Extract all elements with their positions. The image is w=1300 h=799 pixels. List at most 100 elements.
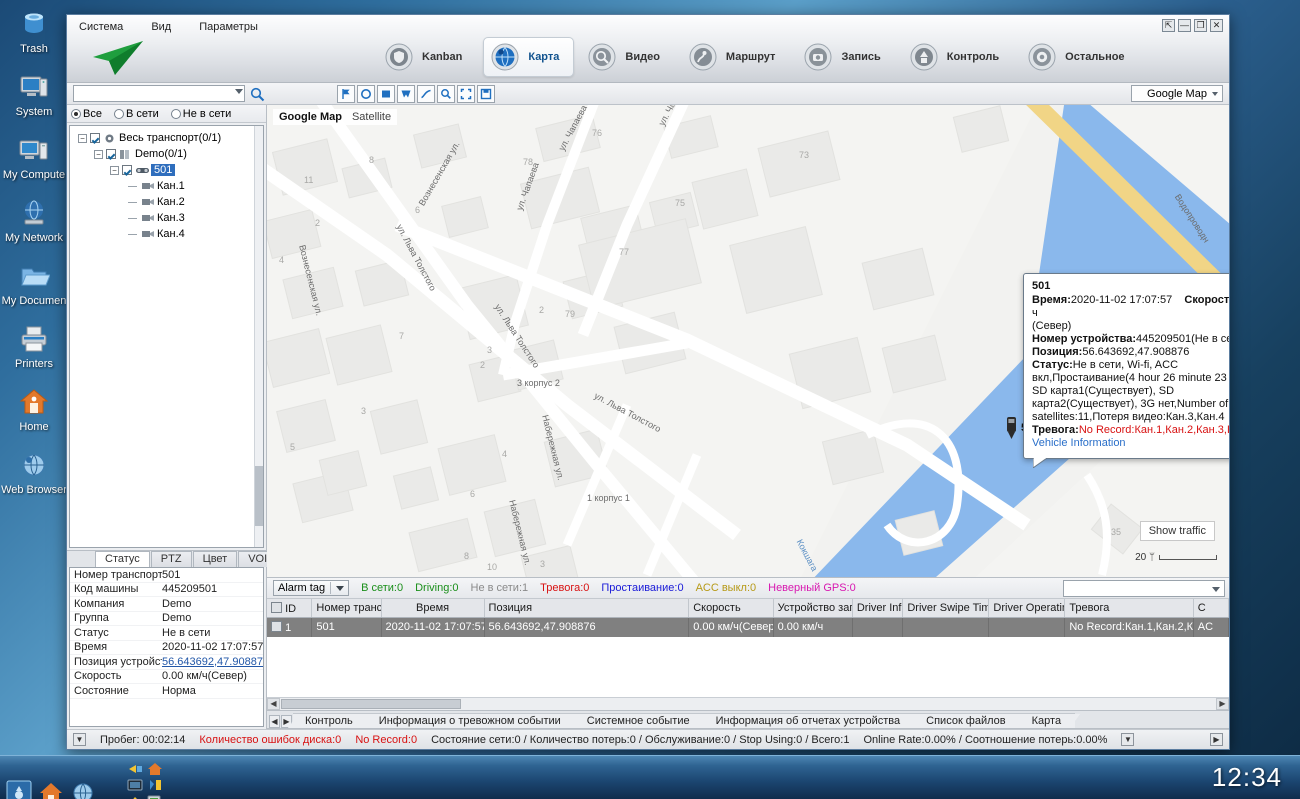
menu-item-parameters[interactable]: Параметры [193, 19, 264, 35]
polyline-icon[interactable] [417, 85, 435, 103]
desktop-icon-my-computer[interactable]: My Compute [0, 134, 68, 181]
grid-col-id[interactable]: ID [267, 599, 312, 617]
tab-scroll-prev[interactable]: ◀ [269, 715, 280, 728]
scroll-left-arrow[interactable]: ◀ [267, 698, 280, 710]
quick-launch-2-icon[interactable] [146, 762, 164, 776]
vehicle-information-link[interactable]: Vehicle Information [1032, 437, 1229, 450]
desktop-icon-system[interactable]: System [0, 71, 68, 118]
tab-video[interactable]: Видео [580, 37, 675, 77]
bottom-tab-control[interactable]: Контроль [293, 713, 367, 728]
map-canvas[interactable]: Google Map Satellite ул. Льва Толстогоул… [267, 105, 1229, 577]
map-view-tab-googlemap[interactable]: Google Map [279, 111, 342, 123]
quick-launch-1-icon[interactable] [126, 762, 144, 776]
tree-node-501[interactable]: − 501 [72, 162, 261, 178]
alarm-filter-select[interactable] [1063, 580, 1225, 597]
table-row[interactable]: 1 501 2020-11-02 17:07:57 56.643692,47.9… [267, 618, 1229, 637]
grid-col-vehicle[interactable]: Номер транспо [312, 599, 381, 617]
tree-scrollbar[interactable] [254, 126, 263, 547]
grid-col-c[interactable]: C [1194, 599, 1229, 617]
expander-icon[interactable]: − [110, 166, 119, 175]
grid-col-alarm[interactable]: Тревога [1065, 599, 1193, 617]
bottom-tab-map[interactable]: Карта [1020, 713, 1075, 728]
tab-kanban[interactable]: Kanban [377, 37, 477, 77]
desktop-icon-printers[interactable]: Printers [0, 323, 68, 370]
statusbar-left-button[interactable]: ▼ [73, 733, 86, 746]
flag-icon[interactable] [337, 85, 355, 103]
grid-col-driver-operating-time[interactable]: Driver Operating Ti [989, 599, 1065, 617]
device-tree[interactable]: − Весь транспорт(0/1) − Demo(0/1) − [69, 125, 264, 548]
home-icon[interactable] [38, 780, 64, 799]
tab-ptz[interactable]: PTZ [151, 551, 192, 567]
map-provider-select[interactable]: Google Map [1131, 85, 1223, 102]
expander-icon[interactable]: − [94, 150, 103, 159]
tab-route[interactable]: Маршрут [681, 37, 791, 77]
alarm-tag-button[interactable]: Alarm tag [273, 580, 349, 596]
fullscreen-icon[interactable] [457, 85, 475, 103]
chevron-down-icon[interactable] [235, 89, 243, 94]
grid-col-position[interactable]: Позиция [485, 599, 690, 617]
search-icon[interactable] [249, 86, 265, 102]
statusbar-mid-button[interactable]: ▼ [1121, 733, 1134, 746]
grid-col-time[interactable]: Время [382, 599, 485, 617]
tab-control[interactable]: Контроль [902, 37, 1014, 77]
desktop-icon-web-browser[interactable]: Web Browser [0, 449, 68, 496]
tab-color[interactable]: Цвет [193, 551, 238, 567]
select-all-checkbox[interactable] [271, 602, 282, 613]
scrollbar-thumb[interactable] [255, 466, 264, 526]
tab-map[interactable]: Карта [483, 37, 574, 77]
tab-other[interactable]: Остальное [1020, 37, 1139, 77]
bottom-tab-device-report-info[interactable]: Информация об отчетах устройства [704, 713, 915, 728]
checkbox-icon[interactable] [90, 133, 100, 143]
grid-col-recorder[interactable]: Устройство записи с [774, 599, 853, 617]
statusbar-right-button[interactable]: ▶ [1210, 733, 1223, 746]
quick-launch-4-icon[interactable] [146, 778, 164, 792]
save-icon[interactable] [477, 85, 495, 103]
desktop-icon-home[interactable]: Home [0, 386, 68, 433]
bottom-tab-alarm-event-info[interactable]: Информация о тревожном событии [367, 713, 575, 728]
tree-node-channel-3[interactable]: Кан.3 [72, 210, 261, 226]
status-value-link[interactable]: 56.643692,47.908876 [162, 656, 263, 668]
tree-node-channel-1[interactable]: Кан.1 [72, 178, 261, 194]
bottom-tab-file-list[interactable]: Список файлов [914, 713, 1019, 728]
grid-col-driver-info[interactable]: Driver Info [853, 599, 904, 617]
zoom-icon[interactable] [437, 85, 455, 103]
menu-item-system[interactable]: Система [73, 19, 129, 35]
web-browser-icon[interactable] [70, 780, 96, 799]
grid-col-driver-swipe-time[interactable]: Driver Swipe Time [903, 599, 989, 617]
search-input[interactable] [73, 85, 245, 102]
show-traffic-button[interactable]: Show traffic [1140, 521, 1215, 541]
quick-launch-3-icon[interactable] [126, 778, 144, 792]
bottom-tab-system-event[interactable]: Системное событие [575, 713, 704, 728]
position-link[interactable]: 56.643692,47.908876 [162, 656, 263, 668]
filter-offline[interactable]: Не в сети [171, 108, 231, 120]
filter-all[interactable]: Все [71, 108, 102, 120]
desktop-icon-trash[interactable]: Trash [0, 8, 68, 55]
minimize-button[interactable]: — [1178, 19, 1191, 32]
scroll-right-arrow[interactable]: ▶ [1216, 698, 1229, 710]
scrollbar-thumb[interactable] [281, 699, 461, 709]
grid-col-speed[interactable]: Скорость [689, 599, 773, 617]
rectangle-icon[interactable] [377, 85, 395, 103]
grid-horizontal-scrollbar[interactable]: ◀ ▶ [267, 697, 1229, 710]
close-button[interactable]: ✕ [1210, 19, 1223, 32]
maximize-button[interactable]: ❐ [1194, 19, 1207, 32]
quick-launch-6-icon[interactable] [146, 794, 164, 799]
tab-status[interactable]: Статус [95, 551, 150, 567]
circle-icon[interactable] [357, 85, 375, 103]
restore-all-button[interactable]: ⇱ [1162, 19, 1175, 32]
filter-online[interactable]: В сети [114, 108, 159, 120]
desktop-icon-my-network[interactable]: My Network [0, 197, 68, 244]
tab-record[interactable]: Запись [796, 37, 895, 77]
map-view-tab-satellite[interactable]: Satellite [352, 111, 391, 123]
start-menu-icon[interactable] [6, 780, 32, 799]
row-checkbox[interactable] [271, 621, 282, 632]
menu-item-view[interactable]: Вид [145, 19, 177, 35]
checkbox-icon[interactable] [122, 165, 132, 175]
tree-node-all-transport[interactable]: − Весь транспорт(0/1) [72, 130, 261, 146]
tree-node-channel-4[interactable]: Кан.4 [72, 226, 261, 242]
polygon-icon[interactable] [397, 85, 415, 103]
expander-icon[interactable]: − [78, 134, 87, 143]
tree-node-channel-2[interactable]: Кан.2 [72, 194, 261, 210]
desktop-icon-my-documents[interactable]: My Documen [0, 260, 68, 307]
tree-node-demo[interactable]: − Demo(0/1) [72, 146, 261, 162]
